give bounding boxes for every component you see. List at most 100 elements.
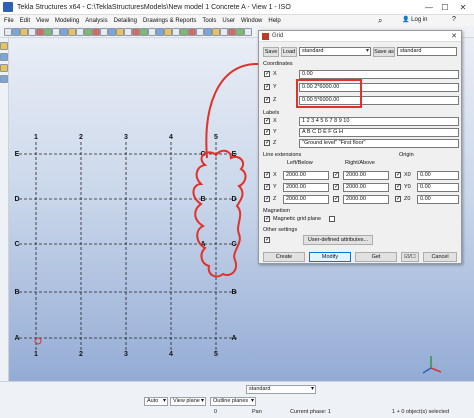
side-tool-icon[interactable] — [0, 64, 8, 72]
toolbar-tool-icon[interactable] — [212, 28, 220, 36]
toolbar-tool-icon[interactable] — [20, 28, 28, 36]
toolbar-tool-icon[interactable] — [164, 28, 172, 36]
toolbar-tool-icon[interactable] — [60, 28, 68, 36]
dialog-close-button[interactable]: ✕ — [451, 32, 457, 40]
origin-y-input[interactable]: 0.00 — [417, 183, 459, 192]
origin-y-checkbox[interactable] — [395, 183, 401, 190]
toolbar-tool-icon[interactable] — [236, 28, 244, 36]
origin-x-input[interactable]: 0.00 — [417, 171, 459, 180]
toolbar-tool-icon[interactable] — [92, 28, 100, 36]
ext-x-checkbox[interactable] — [264, 171, 270, 178]
toolbar-tool-icon[interactable] — [148, 28, 156, 36]
ext-y-left-input[interactable]: 2000.00 — [283, 183, 329, 192]
menu-analysis[interactable]: Analysis — [85, 18, 107, 24]
minimize-button[interactable]: — — [422, 2, 436, 13]
side-tool-icon[interactable] — [0, 53, 8, 61]
get-button[interactable]: Get — [355, 252, 397, 262]
toolbar-tool-icon[interactable] — [156, 28, 164, 36]
menu-tools[interactable]: Tools — [202, 18, 216, 24]
filter-select[interactable]: standard — [246, 385, 316, 394]
coord-y-checkbox[interactable] — [264, 83, 270, 90]
toolbar-tool-icon[interactable] — [124, 28, 132, 36]
coord-z-checkbox[interactable] — [264, 96, 270, 103]
ext-y-checkbox[interactable] — [264, 183, 270, 190]
toggle-checkboxes-button[interactable]: ☑/☐ — [401, 252, 419, 262]
ext-z-checkbox[interactable] — [264, 195, 270, 202]
toolbar-tool-icon[interactable] — [76, 28, 84, 36]
label-z-input[interactable]: "Ground level" "First floor" — [299, 139, 459, 148]
toolbar-tool-icon[interactable] — [204, 28, 212, 36]
toolbar-tool-icon[interactable] — [12, 28, 20, 36]
toolbar-tool-icon[interactable] — [36, 28, 44, 36]
load-button[interactable]: Load — [281, 47, 297, 57]
menu-file[interactable]: File — [4, 18, 14, 24]
coord-x-input[interactable]: 0.00 — [299, 70, 459, 79]
menu-user[interactable]: User — [222, 18, 235, 24]
ext-x-right-input[interactable]: 2000.00 — [343, 171, 389, 180]
magnetism-checkbox[interactable] — [264, 215, 270, 222]
ext-x-right-checkbox[interactable] — [333, 171, 339, 178]
cancel-button[interactable]: Cancel — [423, 252, 457, 262]
menu-help[interactable]: Help — [268, 18, 280, 24]
ext-z-right-input[interactable]: 2000.00 — [343, 195, 389, 204]
toolbar-tool-icon[interactable] — [140, 28, 148, 36]
menu-modeling[interactable]: Modeling — [55, 18, 79, 24]
toolbar-tool-icon[interactable] — [4, 28, 12, 36]
toolbar-tool-icon[interactable] — [228, 28, 236, 36]
menu-detailing[interactable]: Detailing — [114, 18, 137, 24]
toolbar-tool-icon[interactable] — [188, 28, 196, 36]
toolbar-tool-icon[interactable] — [84, 28, 92, 36]
other-settings-checkbox[interactable] — [264, 236, 270, 243]
toolbar-tool-icon[interactable] — [108, 28, 116, 36]
toolbar-tool-icon[interactable] — [220, 28, 228, 36]
ext-y-right-input[interactable]: 2000.00 — [343, 183, 389, 192]
save-as-button[interactable]: Save as — [373, 47, 395, 57]
ext-z-right-checkbox[interactable] — [333, 195, 339, 202]
origin-x-checkbox[interactable] — [395, 171, 401, 178]
save-as-name-input[interactable]: standard — [397, 47, 457, 56]
toolbar-tool-icon[interactable] — [100, 28, 108, 36]
toolbar-tool-icon[interactable] — [172, 28, 180, 36]
snap-mode-select[interactable]: Auto — [144, 397, 168, 406]
toolbar-tool-icon[interactable] — [116, 28, 124, 36]
toolbar-tool-icon[interactable] — [180, 28, 188, 36]
ext-y-right-checkbox[interactable] — [333, 183, 339, 190]
toolbar-tool-icon[interactable] — [68, 28, 76, 36]
menu-edit[interactable]: Edit — [20, 18, 30, 24]
modify-button[interactable]: Modify — [309, 252, 351, 262]
planes-select[interactable]: Outline planes — [210, 397, 256, 406]
side-tool-icon[interactable] — [0, 42, 8, 50]
help-button[interactable]: ? — [452, 16, 456, 23]
work-plane-select[interactable]: View plane — [170, 397, 206, 406]
search-icon[interactable]: ⌕ — [378, 16, 382, 26]
label-z-checkbox[interactable] — [264, 139, 270, 146]
toolbar-tool-icon[interactable] — [28, 28, 36, 36]
menu-window[interactable]: Window — [241, 18, 262, 24]
toolbar-tool-icon[interactable] — [132, 28, 140, 36]
preset-select[interactable]: standard — [299, 47, 371, 56]
side-tool-icon[interactable] — [0, 75, 8, 83]
label-x-input[interactable]: 1 2 3 4 5 6 7 8 9 10 — [299, 117, 459, 126]
toolbar-tool-icon[interactable] — [44, 28, 52, 36]
save-button[interactable]: Save — [263, 47, 279, 57]
label-y-checkbox[interactable] — [264, 128, 270, 135]
menu-drawings-reports[interactable]: Drawings & Reports — [143, 18, 196, 24]
label-y-input[interactable]: A B C D E F G H — [299, 128, 459, 137]
close-button[interactable]: ✕ — [456, 2, 470, 13]
ext-x-left-input[interactable]: 2000.00 — [283, 171, 329, 180]
toolbar-tool-icon[interactable] — [196, 28, 204, 36]
user-defined-attributes-button[interactable]: User-defined attributes... — [303, 235, 373, 245]
login-button[interactable]: 👤 Log in — [402, 16, 428, 23]
maximize-button[interactable]: ☐ — [438, 2, 452, 13]
grid-label-left: D — [14, 196, 19, 203]
create-button[interactable]: Create — [263, 252, 305, 262]
coord-x-checkbox[interactable] — [264, 70, 270, 77]
ext-z-left-input[interactable]: 2000.00 — [283, 195, 329, 204]
magnetic-grid-plane-checkbox[interactable] — [329, 216, 335, 222]
origin-z-input[interactable]: 0.00 — [417, 195, 459, 204]
label-x-checkbox[interactable] — [264, 117, 270, 124]
toolbar-tool-icon[interactable] — [52, 28, 60, 36]
menu-view[interactable]: View — [36, 18, 49, 24]
origin-z-checkbox[interactable] — [395, 195, 401, 202]
toolbar-tool-icon[interactable] — [244, 28, 252, 36]
